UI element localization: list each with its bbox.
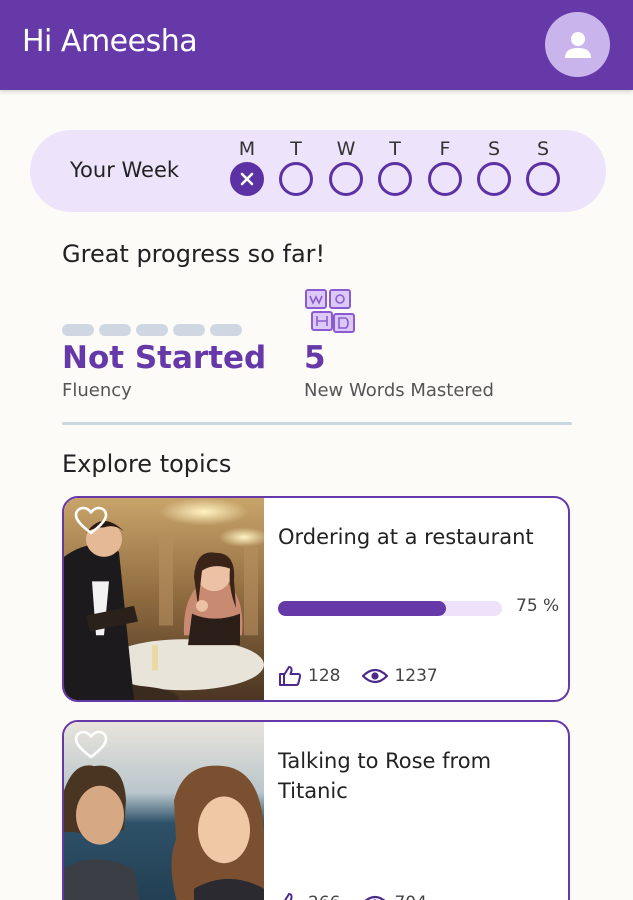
day-sunday[interactable]: S [525, 136, 561, 196]
topic-stats: 266 704 [278, 892, 449, 900]
day-tuesday[interactable]: T [278, 136, 314, 196]
favorite-heart-icon[interactable] [74, 506, 108, 536]
day-letter: S [536, 138, 550, 160]
fluency-level-segment [210, 324, 242, 336]
word-tiles-icon [304, 288, 356, 342]
fluency-label: Fluency [62, 380, 132, 401]
topic-title: Ordering at a restaurant [278, 525, 534, 549]
thumbs-up-icon[interactable] [278, 665, 302, 687]
day-saturday[interactable]: S [476, 136, 512, 196]
topic-progress-bar [278, 601, 502, 616]
views-count: 704 [394, 893, 426, 900]
week-label: Your Week [70, 158, 180, 182]
topic-stats: 128 1237 [278, 665, 460, 687]
day-wednesday[interactable]: W [328, 136, 364, 196]
day-status-circle [329, 162, 363, 196]
day-status-circle [477, 162, 511, 196]
day-status-circle [428, 162, 462, 196]
fluency-level-segment [173, 324, 205, 336]
likes-count: 266 [308, 893, 340, 900]
day-letter: T [389, 138, 401, 160]
likes-count: 128 [308, 666, 341, 686]
close-icon [240, 172, 254, 186]
greeting-title: Hi Ameesha [22, 24, 198, 59]
topic-title: Talking to Rose from Titanic [278, 749, 492, 803]
words-mastered-label: New Words Mastered [304, 380, 494, 401]
day-friday[interactable]: F [427, 136, 463, 196]
day-letter: F [439, 138, 451, 160]
day-letter: T [290, 138, 302, 160]
day-status-circle [279, 162, 313, 196]
views-count: 1237 [394, 666, 438, 686]
day-status-circle [230, 162, 264, 196]
topic-progress-percent: 75 % [516, 596, 560, 616]
app-header: Hi Ameesha [0, 0, 633, 90]
day-letter: M [238, 138, 256, 160]
profile-avatar-button[interactable] [545, 12, 610, 77]
fluency-level-segment [62, 324, 94, 336]
words-mastered-value: 5 [304, 340, 326, 376]
topic-card-titanic[interactable]: Talking to Rose from Titanic 266 704 [62, 720, 570, 900]
explore-heading: Explore topics [62, 450, 232, 478]
section-divider [62, 422, 572, 425]
fluency-level-segment [136, 324, 168, 336]
favorite-heart-icon[interactable] [74, 730, 108, 760]
topic-card-restaurant[interactable]: Ordering at a restaurant 75 % 128 1237 [62, 496, 570, 702]
day-monday[interactable]: M [229, 136, 265, 196]
day-letter: W [336, 138, 356, 160]
user-icon [564, 31, 591, 58]
fluency-level-segment [99, 324, 131, 336]
day-status-circle [378, 162, 412, 196]
progress-heading: Great progress so far! [62, 240, 326, 268]
day-letter: S [487, 138, 501, 160]
weekly-tracker: Your Week M T W T F S S [30, 130, 606, 212]
thumbs-up-icon[interactable] [278, 892, 302, 900]
day-status-circle [526, 162, 560, 196]
fluency-level-indicator [62, 324, 242, 336]
fluency-value: Not Started [62, 340, 267, 376]
day-thursday[interactable]: T [377, 136, 413, 196]
topic-progress-fill [278, 601, 446, 616]
eye-icon [362, 894, 388, 900]
eye-icon [362, 667, 389, 685]
